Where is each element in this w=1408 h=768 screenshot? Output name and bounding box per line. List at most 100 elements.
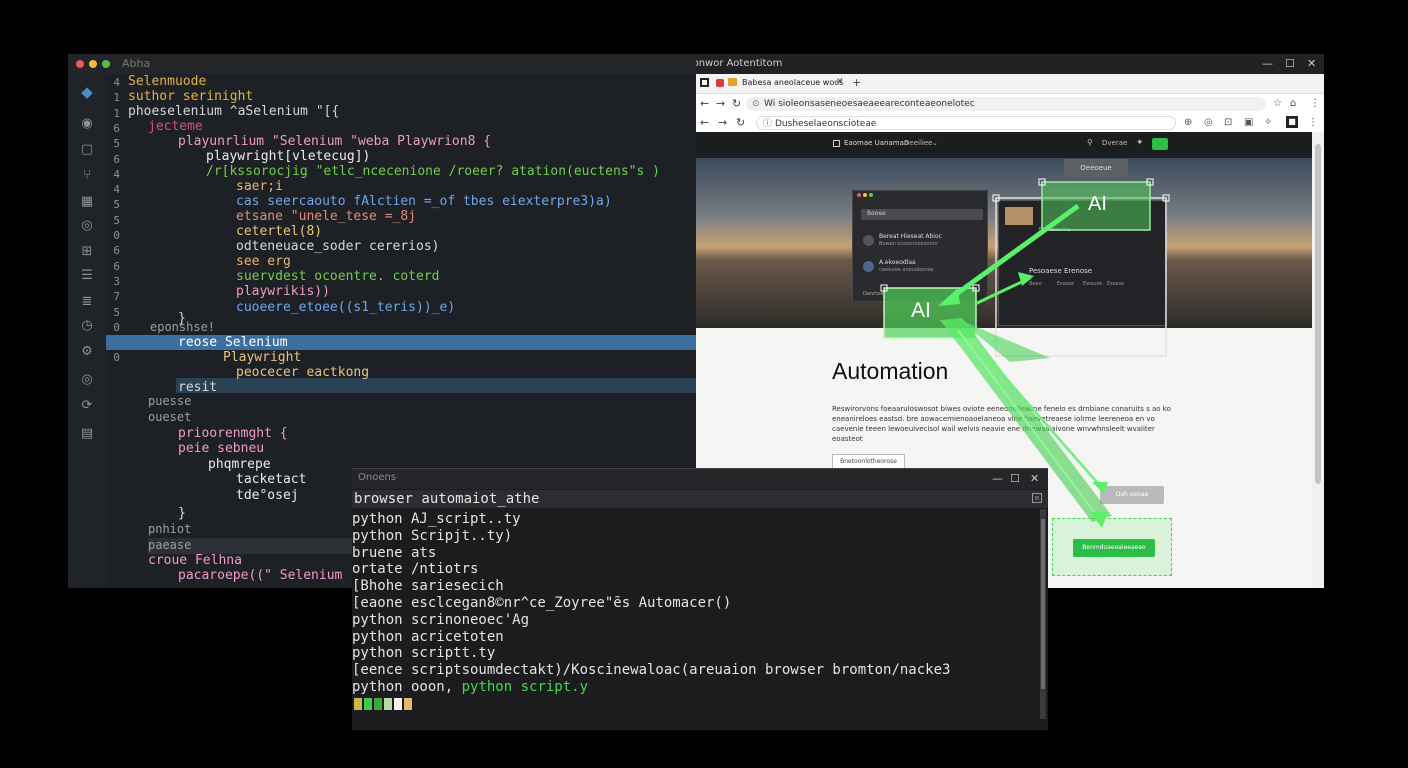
- scrollbar-thumb[interactable]: [1315, 144, 1321, 484]
- maximize-icon[interactable]: ☐: [1010, 472, 1020, 485]
- close-icon[interactable]: ✕: [1030, 472, 1039, 485]
- sparkle-icon[interactable]: ✦: [1136, 138, 1144, 148]
- green-button[interactable]: Benmdoaeeaieeaeeo: [1073, 539, 1155, 557]
- code-line[interactable]: suervdest ocoentre. coterd: [236, 269, 440, 284]
- mock-avatar-icon-2: [863, 261, 874, 272]
- terminal-tab-label[interactable]: Onoens: [358, 472, 396, 483]
- code-line[interactable]: peocecer eactkong: [236, 365, 369, 380]
- terminal-scrollbar[interactable]: [1040, 509, 1046, 719]
- address-bar-top[interactable]: ⊙ Wi sioleonsaseneoesaeaeeareconteaeonel…: [746, 97, 1266, 111]
- debug-icon[interactable]: ◎: [79, 218, 95, 234]
- code-line[interactable]: jecteme: [148, 119, 203, 134]
- extension-icon[interactable]: ⊕: [1184, 117, 1192, 128]
- code-line[interactable]: paease: [148, 538, 191, 553]
- tab-strip: Babesa aneolaceue woos ✕ +: [696, 74, 1324, 94]
- code-line[interactable]: peie sebneu: [178, 441, 264, 456]
- code-line[interactable]: playwrikis)): [236, 284, 330, 299]
- code-line[interactable]: cuoeere_etoee((s1_teris))_e): [236, 300, 455, 315]
- code-line[interactable]: pnhiot: [148, 522, 191, 537]
- screenshot-icon[interactable]: ▣: [1244, 117, 1253, 128]
- home-icon[interactable]: ⌂: [1290, 98, 1296, 109]
- puzzle-icon[interactable]: ✧: [1264, 117, 1272, 128]
- code-line[interactable]: eponshse!: [150, 320, 215, 335]
- source-control-icon[interactable]: ⑂: [79, 168, 95, 184]
- profile-icon[interactable]: ■: [1286, 116, 1298, 128]
- code-line[interactable]: Selenmuode: [128, 74, 206, 89]
- code-line[interactable]: croue Felhna: [148, 553, 242, 568]
- code-line[interactable]: saer;i: [236, 179, 283, 194]
- minimize-icon[interactable]: —: [992, 472, 1003, 485]
- color-swatch: [384, 698, 392, 710]
- globe-icon[interactable]: ◎: [1204, 117, 1213, 128]
- grid-icon[interactable]: ⊞: [79, 244, 95, 260]
- address-bar[interactable]: ⓘ Dusheselaeonscioteae: [756, 116, 1176, 130]
- tab-search-icon[interactable]: ⊡: [1224, 117, 1232, 128]
- mock-dot-icon: [869, 193, 873, 197]
- terminal-line: python AJ_script..ty: [352, 511, 521, 527]
- top-badge[interactable]: Oeeoeue: [1064, 159, 1128, 178]
- code-line[interactable]: resit: [178, 380, 217, 395]
- python-logo-icon[interactable]: ◆: [79, 84, 95, 100]
- site-brand[interactable]: Eaomae Uanaman: [844, 139, 908, 147]
- gray-button[interactable]: Ooh oeoae: [1100, 486, 1164, 504]
- maximize-dot-icon[interactable]: [102, 60, 110, 68]
- code-line[interactable]: playunrlium "Selenium "weba Playwrion8 {: [178, 134, 491, 149]
- extensions-icon[interactable]: ▦: [79, 194, 95, 210]
- code-line[interactable]: see erg: [236, 254, 291, 269]
- back-icon[interactable]: ←: [700, 97, 709, 110]
- code-line[interactable]: Playwright: [223, 350, 301, 365]
- code-line[interactable]: tde°osej: [236, 488, 299, 503]
- list-icon[interactable]: ≣: [79, 294, 95, 310]
- terminal-line: python scrinoneoec'Ag: [352, 611, 530, 628]
- forward-icon[interactable]: →: [716, 97, 725, 110]
- code-line[interactable]: odteneuace_soder cererios): [236, 239, 440, 254]
- tab-close-icon[interactable]: ✕: [836, 77, 844, 87]
- reload-icon[interactable]: ↻: [732, 97, 741, 110]
- code-line[interactable]: cetertel(8): [236, 224, 322, 239]
- maximize-icon[interactable]: ☐: [1285, 57, 1295, 70]
- code-line[interactable]: /r[kssorocjig "etlc_ncecenione /roeer? a…: [206, 164, 660, 179]
- history-icon[interactable]: ◷: [79, 318, 95, 334]
- code-line[interactable]: }: [178, 506, 186, 521]
- code-line[interactable]: pacaroepe((" Selenium: [178, 568, 342, 583]
- code-line[interactable]: suthor serinight: [128, 89, 253, 104]
- site-nav-link[interactable]: Deeiliee: [904, 139, 932, 147]
- search-icon[interactable]: ⚲: [1087, 138, 1093, 147]
- code-line[interactable]: playwright[vletecug]): [206, 149, 370, 164]
- code-line[interactable]: cas seercaouto fAlctien =_of tbes eiexte…: [236, 194, 612, 209]
- file-icon[interactable]: ▢: [79, 142, 95, 158]
- star-icon[interactable]: ☆: [1273, 98, 1282, 109]
- sync-icon[interactable]: ⟳: [79, 398, 95, 414]
- code-line[interactable]: oueset: [148, 410, 191, 425]
- settings-icon[interactable]: ⚙: [79, 344, 95, 360]
- forward-icon-2[interactable]: →: [718, 116, 727, 129]
- menu-icon[interactable]: ⋮: [1310, 98, 1320, 109]
- code-line[interactable]: phqmrepe: [208, 457, 271, 472]
- paragraph-line: eneanireloes eastsd. bre aowacemienoaoel…: [832, 415, 1155, 423]
- minimize-icon[interactable]: —: [1262, 57, 1273, 70]
- menu-icon-2[interactable]: ⋮: [1308, 117, 1318, 128]
- new-tab-icon[interactable]: +: [852, 76, 861, 89]
- table-icon[interactable]: ☰: [79, 268, 95, 284]
- site-nav-button[interactable]: [1152, 138, 1168, 150]
- terminal-scrollbar-thumb[interactable]: [1041, 519, 1045, 689]
- close-icon[interactable]: ✕: [1307, 57, 1316, 70]
- site-nav-right[interactable]: Dverae: [1102, 139, 1127, 147]
- browser-scrollbar[interactable]: [1312, 132, 1324, 588]
- line-number: 3: [113, 274, 120, 288]
- tab-title[interactable]: Babesa aneolaceue woos: [742, 78, 843, 87]
- back-icon-2[interactable]: ←: [700, 116, 709, 129]
- layout-icon[interactable]: ▤: [79, 426, 95, 442]
- code-line[interactable]: phoeselenium ^aSelenium "[{: [128, 104, 339, 119]
- account-icon[interactable]: ◉: [79, 116, 95, 132]
- code-line[interactable]: tacketact: [236, 472, 306, 487]
- circle-icon[interactable]: ◎: [79, 372, 95, 388]
- close-dot-icon[interactable]: [76, 60, 84, 68]
- panel-icon[interactable]: ≡: [1032, 493, 1042, 503]
- code-line[interactable]: puesse: [148, 394, 191, 409]
- reload-icon-2[interactable]: ↻: [736, 116, 745, 129]
- code-line[interactable]: etsane "unele_tese =_8j: [236, 209, 416, 224]
- code-line[interactable]: prioorenmght {: [178, 426, 288, 441]
- code-line[interactable]: reose Selenium: [178, 335, 288, 350]
- minimize-dot-icon[interactable]: [89, 60, 97, 68]
